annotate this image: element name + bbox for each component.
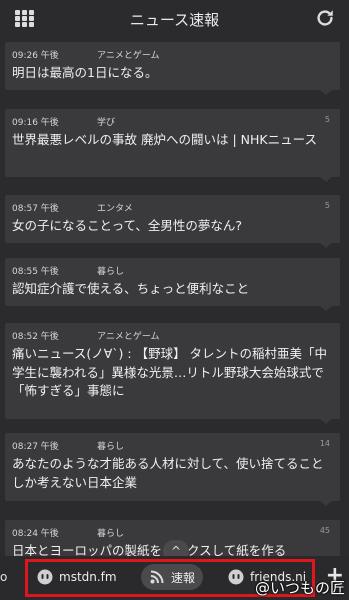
card-headline[interactable]: 世界最悪レベルの事故 廃炉への闘いは | NHKニュース	[12, 131, 332, 150]
rss-icon	[150, 570, 164, 584]
card-headline[interactable]: あなたのような才能ある人材に対して、使い捨てることしか考えない日本企業	[12, 455, 332, 492]
tab-mastodon-label: mstdn.fm	[59, 570, 117, 584]
mastodon-icon	[228, 569, 244, 585]
card-meta: 08:55 午後 暮らし	[12, 264, 124, 277]
card-headline[interactable]: 女の子になることって、全男性の夢なん?	[12, 217, 332, 236]
news-card[interactable]: 08:57 午後 エンタメ 5 女の子になることって、全男性の夢なん?	[5, 195, 340, 248]
card-meta: 08:57 午後 エンタメ	[12, 201, 133, 214]
card-headline[interactable]: 明日は最高の1日になる。	[12, 64, 332, 83]
top-bar: ニュース速報	[0, 0, 349, 38]
card-time: 08:24 午後	[12, 529, 59, 539]
news-card[interactable]: 08:55 午後 暮らし 認知症介護で使える、ちょっと便利なこと	[5, 258, 340, 311]
card-time: 08:52 午後	[12, 332, 59, 342]
card-category: アニメとゲーム	[97, 332, 160, 342]
card-category: 暮らし	[97, 267, 125, 277]
tab-partial-left[interactable]: o	[0, 570, 7, 584]
card-meta: 08:24 午後 暮らし	[12, 526, 124, 539]
tab-rss-label: 速報	[171, 570, 196, 585]
news-card[interactable]: 08:52 午後 アニメとゲーム 痛いニュース(ノ∀`) : 【野球】 タレントの…	[5, 323, 340, 424]
news-card[interactable]: 09:26 午後 アニメとゲーム 明日は最高の1日になる。	[5, 42, 340, 95]
card-time: 09:26 午後	[12, 51, 59, 61]
card-count: 14	[319, 439, 330, 448]
card-meta: 09:26 午後 アニメとゲーム	[12, 48, 160, 61]
card-count: 5	[324, 201, 330, 210]
news-card[interactable]: 09:16 午後 学び 5 世界最悪レベルの事故 廃炉への闘いは | NHKニュー…	[5, 109, 340, 182]
card-headline[interactable]: 痛いニュース(ノ∀`) : 【野球】 タレントの稲村亜美「中学生に襲われる」異様…	[12, 345, 332, 401]
card-category: エンタメ	[97, 204, 133, 214]
refresh-icon[interactable]	[314, 7, 336, 29]
card-time: 08:55 午後	[12, 267, 59, 277]
card-count: 45	[319, 526, 330, 535]
card-category: アニメとゲーム	[97, 51, 160, 61]
tab-rss[interactable]: 速報	[141, 564, 203, 590]
card-time: 08:57 午後	[12, 204, 59, 214]
card-meta: 09:16 午後 学び	[12, 115, 115, 128]
card-count: 5	[324, 115, 330, 124]
card-time: 09:16 午後	[12, 118, 59, 128]
tab-mastodon[interactable]: mstdn.fm	[37, 566, 117, 588]
page-title: ニュース速報	[129, 11, 220, 29]
news-list[interactable]: 09:26 午後 アニメとゲーム 明日は最高の1日になる。 09:16 午後 学び …	[0, 38, 349, 600]
card-category: 暮らし	[97, 529, 125, 539]
mastodon-icon	[37, 569, 53, 585]
card-headline[interactable]: 認知症介護で使える、ちょっと便利なこと	[12, 280, 332, 299]
card-time: 08:27 午後	[12, 442, 59, 452]
watermark: @いつもの匠	[254, 579, 345, 597]
card-category: 暮らし	[97, 442, 125, 452]
news-card[interactable]: 08:27 午後 暮らし 14 あなたのような才能ある人材に対して、使い捨てること…	[5, 433, 340, 506]
card-meta: 08:27 午後 暮らし	[12, 439, 124, 452]
card-category: 学び	[97, 118, 116, 128]
card-meta: 08:52 午後 アニメとゲーム	[12, 329, 160, 342]
